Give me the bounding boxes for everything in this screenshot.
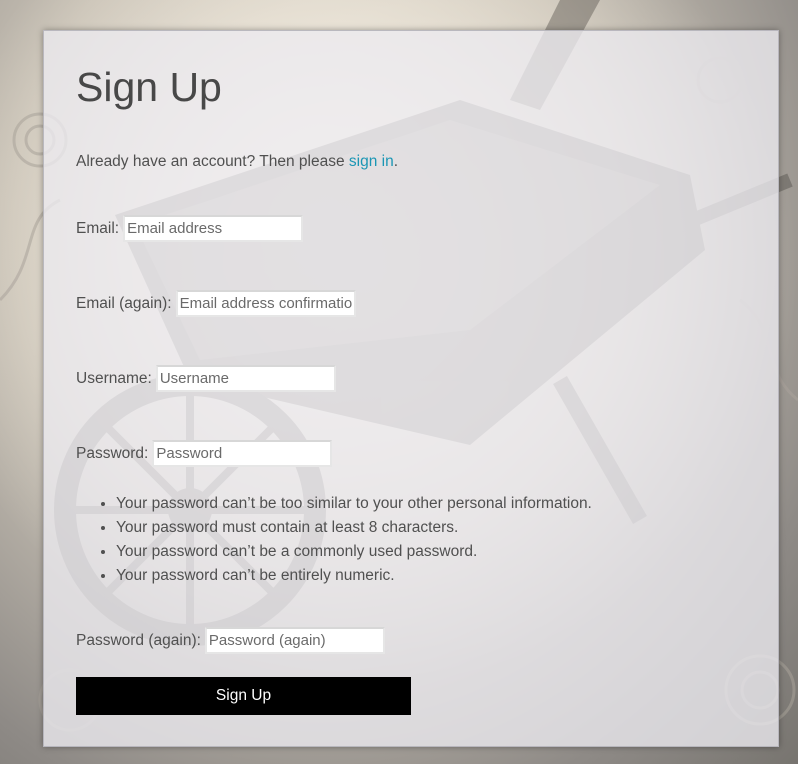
password-help-item: Your password can’t be a commonly used p… (116, 540, 592, 564)
password-input[interactable] (152, 440, 333, 467)
email-label: Email: (76, 219, 120, 237)
email-input[interactable] (123, 215, 304, 242)
password-help-item: Your password can’t be too similar to yo… (116, 492, 592, 516)
email-again-label: Email (again): (76, 294, 172, 312)
username-input[interactable] (155, 365, 336, 392)
signin-prompt-end: . (393, 153, 399, 170)
password-help-item: Your password can’t be entirely numeric. (116, 564, 592, 588)
email-again-input[interactable] (175, 290, 356, 317)
password-again-row: Password (again): (76, 627, 385, 654)
username-row: Username: (76, 365, 336, 392)
password-help-list: Your password can’t be too similar to yo… (76, 492, 592, 588)
signup-panel: Sign Up Already have an account? Then pl… (43, 30, 779, 747)
signin-prompt-text: Already have an account? Then please (76, 153, 349, 170)
username-label: Username: (76, 369, 152, 387)
page-title: Sign Up (76, 64, 222, 110)
signin-link[interactable]: sign in (349, 153, 394, 170)
signin-prompt: Already have an account? Then please sig… (76, 153, 398, 171)
signup-button[interactable]: Sign Up (76, 677, 411, 715)
password-again-label: Password (again): (76, 631, 201, 649)
password-again-input[interactable] (204, 627, 385, 654)
password-row: Password: (76, 440, 333, 467)
password-help-item: Your password must contain at least 8 ch… (116, 516, 592, 540)
password-label: Password: (76, 444, 149, 462)
email-again-row: Email (again): (76, 290, 356, 317)
email-row: Email: (76, 215, 304, 242)
